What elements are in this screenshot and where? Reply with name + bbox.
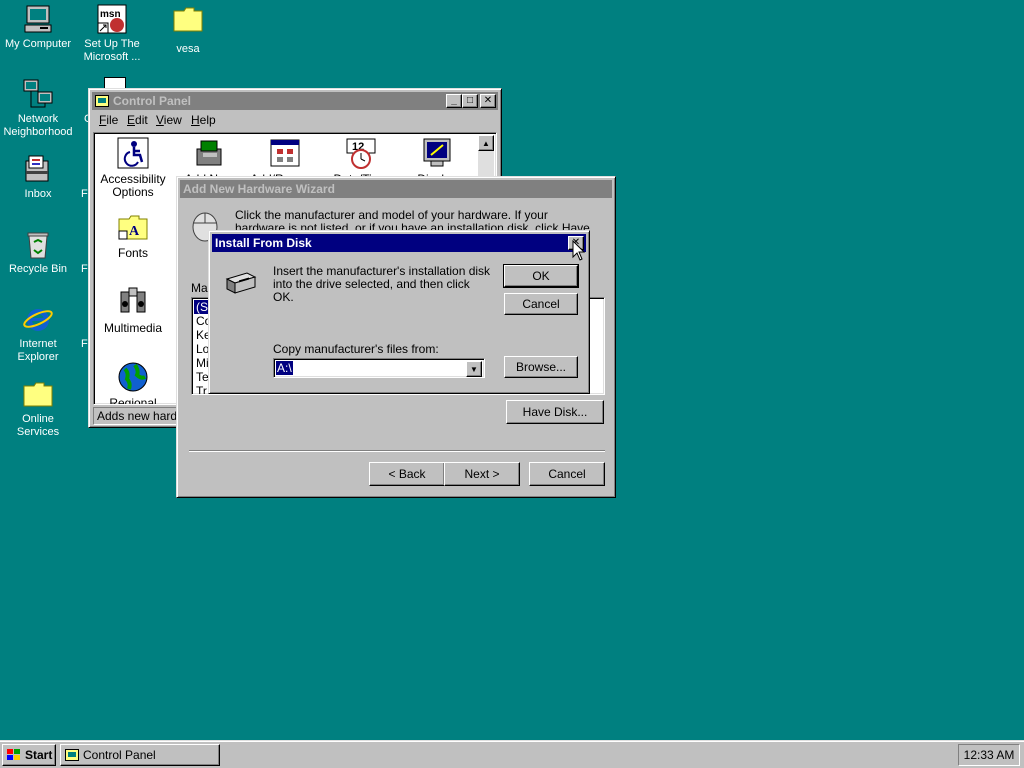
desktop-icon-label: Online Services [16, 413, 60, 438]
install-cancel-button[interactable]: Cancel [504, 293, 578, 315]
windows-logo-icon [6, 748, 22, 762]
back-button[interactable]: < Back [369, 462, 445, 486]
cp-item-regional[interactable]: Regional [95, 361, 171, 405]
menu-file[interactable]: File [99, 113, 118, 127]
start-button[interactable]: Start [2, 744, 56, 766]
desktop-icon-label: Recycle Bin [8, 263, 68, 275]
computer-icon [22, 3, 54, 35]
desktop-icon-my-computer[interactable]: My Computer [0, 3, 76, 51]
control-panel-small-icon [65, 749, 79, 761]
display-icon [421, 137, 453, 169]
dropdown-arrow-button[interactable]: ▼ [466, 361, 482, 377]
desktop-icon-label: Set Up The Microsoft ... [83, 38, 141, 63]
desktop-icon-internet-explorer[interactable]: Internet Explorer [0, 303, 76, 364]
menu-help[interactable]: Help [191, 113, 216, 127]
fonts-folder-icon: A [117, 211, 149, 243]
multimedia-icon [117, 286, 149, 318]
msn-icon: msn [96, 3, 128, 35]
desktop-icon-label: My Computer [4, 38, 72, 50]
control-panel-titlebar[interactable]: Control Panel _ □ ✕ [92, 92, 498, 110]
clock-text: 12:33 AM [963, 748, 1015, 762]
control-panel-window-icon [95, 95, 109, 107]
desktop-icon-recycle-bin[interactable]: Recycle Bin [0, 228, 76, 276]
taskbar: Start Control Panel 12:33 AM [0, 740, 1024, 768]
status-text: Adds new hardw [97, 409, 179, 423]
wizard-titlebar[interactable]: Add New Hardware Wizard [180, 180, 612, 198]
disk-drive-icon [223, 265, 257, 297]
svg-text:A: A [129, 224, 140, 239]
copy-files-label: Copy manufacturer's files from: [273, 342, 439, 356]
desktop-icon-inbox[interactable]: Inbox [0, 153, 76, 201]
close-button[interactable]: ✕ [480, 94, 496, 108]
ok-button[interactable]: OK [503, 264, 579, 288]
mouse-cursor-icon [572, 239, 586, 262]
cp-item-multimedia[interactable]: Multimedia [95, 286, 171, 335]
cp-item-label: Accessibility Options [100, 172, 166, 199]
desktop-partial-label: F [81, 188, 88, 200]
install-dialog-title: Install From Disk [215, 236, 312, 250]
path-input[interactable]: A:\ [276, 361, 293, 375]
internet-explorer-icon [22, 303, 54, 335]
chevron-down-icon: ▼ [470, 364, 478, 374]
start-label: Start [25, 748, 53, 762]
system-tray-clock[interactable]: 12:33 AM [958, 744, 1020, 766]
taskbar-task-label: Control Panel [83, 748, 156, 762]
menu-view[interactable]: View [156, 113, 182, 127]
wizard-cancel-button[interactable]: Cancel [529, 462, 605, 486]
accessibility-icon [117, 137, 149, 169]
install-dialog-message: Insert the manufacturer's installation d… [273, 264, 491, 304]
recycle-bin-icon [22, 228, 54, 260]
install-from-disk-dialog[interactable]: Install From Disk ✕ Insert the manufactu… [208, 230, 590, 394]
cp-item-label: Regional [109, 396, 157, 405]
cp-item-label: Fonts [117, 246, 148, 260]
control-panel-menubar: File Edit View Help [95, 113, 295, 129]
add-remove-icon [269, 137, 301, 169]
taskbar-button-control-panel[interactable]: Control Panel [60, 744, 220, 766]
desktop-icon-vesa[interactable]: vesa [150, 3, 226, 56]
desktop-icon-network-neighborhood[interactable]: Network Neighborhood [0, 78, 76, 139]
inbox-icon [22, 153, 54, 185]
folder-icon [22, 378, 54, 410]
desktop-icon-online-services[interactable]: Online Services [0, 378, 76, 439]
desktop-icon-setup-msn[interactable]: msn Set Up The Microsoft ... [74, 3, 150, 64]
wizard-title: Add New Hardware Wizard [183, 182, 335, 196]
cp-item-fonts[interactable]: A Fonts [95, 211, 171, 260]
minimize-button[interactable]: _ [446, 94, 462, 108]
network-icon [22, 78, 54, 110]
control-panel-statusbar: Adds new hardw [93, 407, 179, 425]
desktop-icon-label: Internet Explorer [17, 338, 59, 363]
menu-edit[interactable]: Edit [127, 113, 148, 127]
clock-icon: 12 [345, 137, 377, 169]
scroll-up-button[interactable]: ▲ [478, 135, 494, 151]
browse-button[interactable]: Browse... [504, 356, 578, 378]
maximize-button[interactable]: □ [462, 94, 478, 108]
next-button[interactable]: Next > [444, 462, 520, 486]
desktop-partial-label: F [81, 338, 88, 350]
folder-icon [172, 3, 204, 35]
globe-icon [117, 361, 149, 393]
control-panel-title: Control Panel [113, 94, 192, 108]
desktop-icon-label: Network Neighborhood [3, 113, 73, 138]
cp-item-label: Multimedia [103, 321, 163, 335]
desktop-icon-label: Inbox [24, 188, 52, 200]
desktop-partial-label: F [81, 263, 88, 275]
have-disk-button[interactable]: Have Disk... [506, 400, 604, 424]
add-hardware-icon [193, 137, 225, 169]
install-dialog-titlebar[interactable]: Install From Disk ✕ [212, 234, 586, 252]
path-combobox[interactable]: A:\ ▼ [273, 358, 485, 378]
desktop-icon-label: vesa [176, 43, 200, 55]
cp-item-accessibility[interactable]: Accessibility Options [95, 137, 171, 199]
wizard-divider [189, 450, 605, 452]
